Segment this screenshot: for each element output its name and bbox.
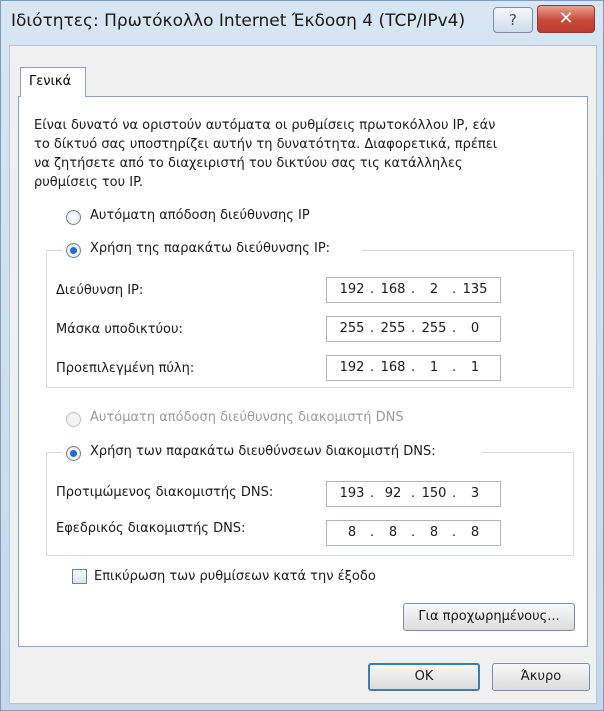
help-button[interactable]: ? [493,7,533,33]
description-line: ρυθμίσεις του IP. [34,175,144,190]
description-line: το δίκτυό σας υποστηρίζει αυτήν τη δυνατ… [34,137,498,152]
advanced-button[interactable]: Για προχωρημένους... [403,603,575,631]
description-text: Είναι δυνατό να οριστούν αυτόματα οι ρυθ… [34,116,564,192]
default-gateway-field[interactable]: 192. 168. 1. 1 [326,355,501,381]
tab-general[interactable]: Γενικά [20,67,86,97]
ip-manual-label[interactable]: Χρήση της παρακάτω διεύθυνσης IP: [90,241,330,256]
dns-manual-label[interactable]: Χρήση των παρακάτω διευθύνσεων διακομιστ… [90,444,436,459]
preferred-dns-field[interactable]: 193. 92. 150. 3 [326,481,501,507]
ip-address-field[interactable]: 192. 168. 2. 135 [326,277,501,303]
cancel-button[interactable]: Άκυρο [492,663,590,691]
dns-auto-label[interactable]: Αυτόματη απόδοση διεύθυνσης διακομιστή D… [90,410,404,425]
dns-manual-radio[interactable] [66,446,81,461]
validate-checkbox[interactable] [72,569,87,584]
ip-auto-label[interactable]: Αυτόματη απόδοση διεύθυνσης IP [90,208,310,223]
alternate-dns-field[interactable]: 8. 8. 8. 8 [326,520,501,546]
subnet-mask-label: Μάσκα υποδικτύου: [56,322,183,337]
validate-label[interactable]: Επικύρωση των ρυθμίσεων κατά την έξοδο [94,569,376,584]
ip-address-label: Διεύθυνση IP: [56,283,144,298]
description-line: να ζητήσετε από το διαχειριστή του δικτύ… [34,156,463,171]
window-title: Ιδιότητες: Πρωτόκολλο Internet Έκδοση 4 … [11,11,466,31]
help-icon: ? [509,11,517,29]
ok-button[interactable]: OK [368,663,480,691]
close-button[interactable]: ✕ [537,5,595,33]
title-bar[interactable]: Ιδιότητες: Πρωτόκολλο Internet Έκδοση 4 … [1,1,603,43]
ip-auto-radio[interactable] [66,210,81,225]
preferred-dns-label: Προτιμώμενος διακομιστής DNS: [56,485,274,500]
close-icon: ✕ [558,8,574,29]
subnet-mask-field[interactable]: 255. 255. 255. 0 [326,316,501,342]
alternate-dns-label: Εφεδρικός διακομιστής DNS: [56,521,246,536]
description-line: Είναι δυνατό να οριστούν αυτόματα οι ρυθ… [34,118,496,133]
dns-auto-radio[interactable] [66,412,81,427]
ip-manual-radio[interactable] [66,243,81,258]
default-gateway-label: Προεπιλεγμένη πύλη: [56,361,195,376]
